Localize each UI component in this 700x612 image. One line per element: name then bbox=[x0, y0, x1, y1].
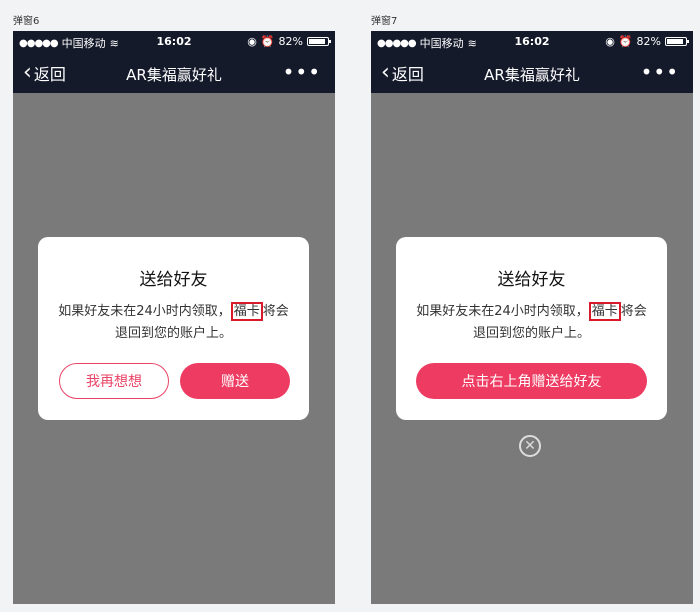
caption-screen-6: 弹窗6 bbox=[13, 16, 40, 27]
send-to-friend-dialog: 送给好友 如果好友未在24小时内领取， 福卡 将会 退回到您的账户上。 点击右上角赠… bbox=[396, 237, 667, 420]
battery-percent: 82% bbox=[278, 35, 303, 48]
lock-rotation-icon: ◉ bbox=[247, 35, 257, 48]
dialog-message: 如果好友未在24小时内领取， 福卡 将会 退回到您的账户上。 bbox=[58, 302, 289, 341]
nav-bar: ‹ 返回 AR集福赢好礼 ••• bbox=[371, 53, 693, 93]
alarm-icon: ⏰ bbox=[260, 35, 275, 48]
battery-icon bbox=[665, 37, 689, 46]
battery-icon bbox=[307, 37, 331, 46]
dialog-message: 如果好友未在24小时内领取， 福卡 将会 退回到您的账户上。 bbox=[416, 302, 647, 341]
dialog-title: 送给好友 bbox=[139, 270, 208, 290]
nav-bar: ‹ 返回 AR集福赢好礼 ••• bbox=[13, 53, 335, 93]
battery-percent: 82% bbox=[636, 35, 661, 48]
dialog-title: 送给好友 bbox=[497, 270, 566, 290]
status-bar: ●●●●● 中国移动 ≋ 16:02 ◉ ⏰ 82% bbox=[371, 31, 693, 53]
caption-screen-7: 弹窗7 bbox=[371, 16, 398, 27]
send-button[interactable]: 赠送 bbox=[180, 363, 290, 399]
close-circle-icon[interactable]: ✕ bbox=[519, 435, 541, 457]
cancel-button[interactable]: 我再想想 bbox=[59, 363, 169, 399]
phone-screen-7: ●●●●● 中国移动 ≋ 16:02 ◉ ⏰ 82% ‹ 返回 AR集福赢好礼 … bbox=[371, 31, 693, 604]
share-to-friend-button[interactable]: 点击右上角赠送给好友 bbox=[416, 363, 647, 399]
highlight-fuka: 福卡 bbox=[230, 302, 263, 321]
status-bar: ●●●●● 中国移动 ≋ 16:02 ◉ ⏰ 82% bbox=[13, 31, 335, 53]
phone-screen-6: ●●●●● 中国移动 ≋ 16:02 ◉ ⏰ 82% ‹ 返回 AR集福赢好礼 … bbox=[13, 31, 335, 604]
alarm-icon: ⏰ bbox=[618, 35, 633, 48]
lock-rotation-icon: ◉ bbox=[605, 35, 615, 48]
more-button[interactable]: ••• bbox=[283, 60, 321, 84]
more-button[interactable]: ••• bbox=[641, 60, 679, 84]
highlight-fuka: 福卡 bbox=[588, 302, 621, 321]
send-to-friend-dialog: 送给好友 如果好友未在24小时内领取， 福卡 将会 退回到您的账户上。 我再想想 赠… bbox=[38, 237, 309, 420]
